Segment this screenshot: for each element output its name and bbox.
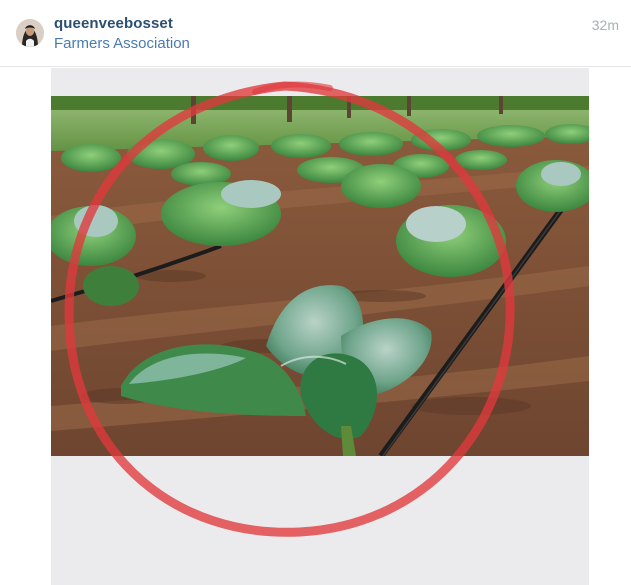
post-header: queenveebosset Farmers Association 32m [0,0,631,67]
avatar[interactable] [16,19,44,47]
profile-photo-icon [16,19,44,47]
post-photo [51,96,589,456]
username-link[interactable]: queenveebosset [54,15,173,33]
post-media[interactable] [51,68,589,585]
post-timestamp: 32m [591,17,619,33]
location-link[interactable]: Farmers Association [54,35,190,53]
instagram-post: queenveebosset Farmers Association 32m [0,0,631,585]
